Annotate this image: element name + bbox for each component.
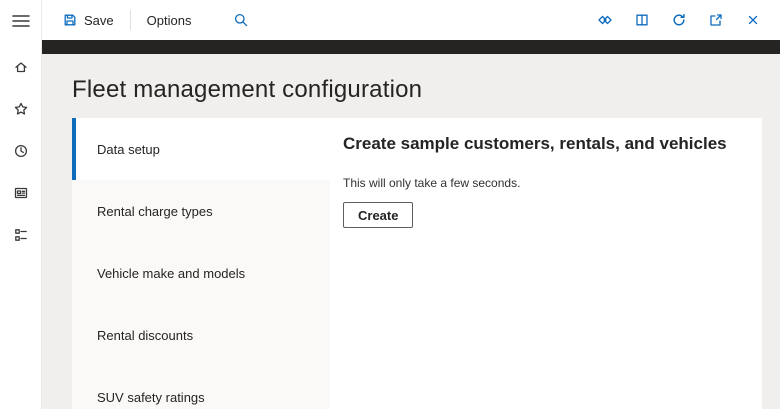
pane-description: This will only take a few seconds. (343, 176, 742, 190)
modules-button[interactable] (8, 222, 34, 248)
command-bar: Save Options (42, 0, 780, 40)
create-button[interactable]: Create (343, 202, 413, 228)
topbar-right-actions (590, 6, 768, 34)
menu-button[interactable] (8, 8, 34, 34)
options-button[interactable]: Options (139, 9, 200, 32)
left-nav-sidebar (0, 0, 42, 409)
refresh-icon (671, 12, 687, 28)
app-window: Save Options (0, 0, 780, 409)
favorites-button[interactable] (8, 96, 34, 122)
workspace-icon (13, 185, 29, 201)
pane-heading: Create sample customers, rentals, and ve… (343, 134, 742, 154)
app-bar-band (42, 40, 780, 54)
book-button[interactable] (627, 6, 657, 34)
open-new-window-icon (708, 12, 724, 28)
search-icon (233, 12, 249, 28)
hamburger-icon (12, 14, 30, 28)
book-icon (634, 12, 650, 28)
save-button[interactable]: Save (54, 8, 122, 32)
tab-vehicle-make-and-models[interactable]: Vehicle make and models (72, 242, 330, 304)
options-label: Options (147, 13, 192, 28)
close-button[interactable] (738, 6, 768, 34)
toolbar-divider (130, 10, 131, 30)
workspace-button[interactable] (8, 180, 34, 206)
vertical-tab-list: Data setup Rental charge types Vehicle m… (72, 118, 330, 409)
tab-suv-safety-ratings[interactable]: SUV safety ratings (72, 366, 330, 409)
tab-data-setup[interactable]: Data setup (72, 118, 330, 180)
diamonds-icon (596, 13, 614, 27)
open-new-window-button[interactable] (701, 6, 731, 34)
star-icon (13, 101, 29, 117)
page-title: Fleet management configuration (72, 76, 422, 104)
save-label: Save (84, 13, 114, 28)
close-icon (746, 13, 760, 27)
tab-content-pane: Create sample customers, rentals, and ve… (330, 118, 762, 409)
save-icon (62, 12, 78, 28)
recent-button[interactable] (8, 138, 34, 164)
home-button[interactable] (8, 54, 34, 80)
page-content: Fleet management configuration Data setu… (42, 54, 780, 409)
tab-rental-discounts[interactable]: Rental discounts (72, 304, 330, 366)
clock-icon (13, 143, 29, 159)
refresh-button[interactable] (664, 6, 694, 34)
diamonds-button[interactable] (590, 6, 620, 34)
tab-rental-charge-types[interactable]: Rental charge types (72, 180, 330, 242)
modules-icon (13, 227, 29, 243)
home-icon (13, 59, 29, 75)
configuration-panel: Data setup Rental charge types Vehicle m… (72, 118, 762, 409)
search-button[interactable] (225, 8, 257, 32)
